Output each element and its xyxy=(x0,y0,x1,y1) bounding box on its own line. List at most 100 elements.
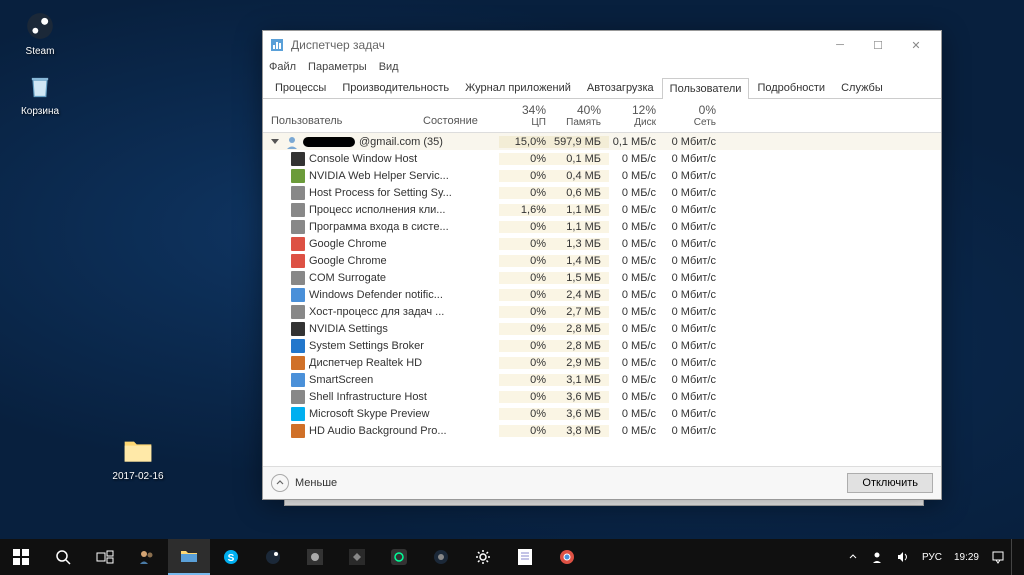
taskbar-app-steam[interactable] xyxy=(252,539,294,575)
folder-icon xyxy=(122,435,154,467)
col-header-network[interactable]: 0%Сеть xyxy=(664,99,724,132)
steam-icon xyxy=(24,10,56,42)
app-icon xyxy=(291,254,305,268)
disconnect-button[interactable]: Отключить xyxy=(847,473,933,493)
app-icon xyxy=(291,186,305,200)
app-icon xyxy=(291,203,305,217)
desktop-icon-folder[interactable]: 2017-02-16 xyxy=(108,435,168,482)
process-row[interactable]: Процесс исполнения кли...1,6%1,1 МБ0 МБ/… xyxy=(263,201,941,218)
show-desktop-button[interactable] xyxy=(1011,539,1024,575)
taskbar-app-skype[interactable]: S xyxy=(210,539,252,575)
process-row[interactable]: System Settings Broker0%2,8 МБ0 МБ/с0 Мб… xyxy=(263,337,941,354)
taskbar-app-people[interactable] xyxy=(126,539,168,575)
expand-icon xyxy=(271,139,279,144)
taskbar-app-icon[interactable] xyxy=(294,539,336,575)
process-row[interactable]: NVIDIA Settings0%2,8 МБ0 МБ/с0 Мбит/с xyxy=(263,320,941,337)
process-row[interactable]: Google Chrome0%1,3 МБ0 МБ/с0 Мбит/с xyxy=(263,235,941,252)
recycle-bin-icon xyxy=(24,70,56,102)
col-header-user[interactable]: Пользователь xyxy=(263,99,419,132)
process-row[interactable]: Программа входа в систе...0%1,1 МБ0 МБ/с… xyxy=(263,218,941,235)
desktop-icon-label: Steam xyxy=(10,46,70,57)
app-icon xyxy=(291,373,305,387)
desktop-icon-recycle-bin[interactable]: Корзина xyxy=(10,70,70,117)
process-row[interactable]: Диспетчер Realtek HD0%2,9 МБ0 МБ/с0 Мбит… xyxy=(263,354,941,371)
app-icon xyxy=(291,356,305,370)
fewer-details-button[interactable]: Меньше xyxy=(271,474,337,492)
user-icon xyxy=(285,135,299,149)
footer-bar: Меньше Отключить xyxy=(263,466,941,499)
taskbar-app-icon[interactable] xyxy=(378,539,420,575)
tab-Автозагрузка[interactable]: Автозагрузка xyxy=(579,77,662,98)
process-row[interactable]: Windows Defender notific...0%2,4 МБ0 МБ/… xyxy=(263,286,941,303)
app-icon xyxy=(291,169,305,183)
process-row[interactable]: NVIDIA Web Helper Servic...0%0,4 МБ0 МБ/… xyxy=(263,167,941,184)
app-icon xyxy=(291,322,305,336)
col-header-state[interactable]: Состояние xyxy=(419,99,499,132)
chevron-up-icon xyxy=(271,474,289,492)
start-button[interactable] xyxy=(0,539,42,575)
col-header-memory[interactable]: 40%Память xyxy=(554,99,609,132)
title-bar[interactable]: Диспетчер задач ─ ☐ ✕ xyxy=(263,31,941,59)
tray-language[interactable]: РУС xyxy=(916,539,948,575)
process-row[interactable]: Console Window Host0%0,1 МБ0 МБ/с0 Мбит/… xyxy=(263,150,941,167)
table-header[interactable]: Пользователь Состояние 34%ЦП 40%Память 1… xyxy=(263,99,941,133)
window-title: Диспетчер задач xyxy=(291,38,821,52)
redacted-username xyxy=(303,137,355,147)
app-icon xyxy=(291,220,305,234)
tab-Производительность[interactable]: Производительность xyxy=(334,77,457,98)
menu-bar: Файл Параметры Вид xyxy=(263,59,941,77)
tab-Подробности[interactable]: Подробности xyxy=(749,77,833,98)
app-icon xyxy=(291,407,305,421)
process-row[interactable]: Host Process for Setting Sy...0%0,6 МБ0 … xyxy=(263,184,941,201)
menu-item[interactable]: Параметры xyxy=(308,61,367,73)
process-row[interactable]: HD Audio Background Pro...0%3,8 МБ0 МБ/с… xyxy=(263,422,941,439)
desktop-icon-label: 2017-02-16 xyxy=(108,471,168,482)
app-icon xyxy=(291,271,305,285)
app-icon xyxy=(291,152,305,166)
tab-Журнал приложений[interactable]: Журнал приложений xyxy=(457,77,579,98)
app-icon xyxy=(291,339,305,353)
tray-clock[interactable]: 19:29 xyxy=(948,539,985,575)
minimize-button[interactable]: ─ xyxy=(821,31,859,59)
taskbar-app-icon[interactable] xyxy=(336,539,378,575)
col-header-disk[interactable]: 12%Диск xyxy=(609,99,664,132)
desktop-icon-label: Корзина xyxy=(10,106,70,117)
taskbar-app-explorer[interactable] xyxy=(168,539,210,575)
process-row[interactable]: SmartScreen0%3,1 МБ0 МБ/с0 Мбит/с xyxy=(263,371,941,388)
taskbar-app-notepad[interactable] xyxy=(504,539,546,575)
tray-chevron-up-icon[interactable] xyxy=(842,539,864,575)
task-manager-window: Диспетчер задач ─ ☐ ✕ Файл Параметры Вид П… xyxy=(262,30,942,500)
process-list[interactable]: @gmail.com (35)15,0%597,9 МБ0,1 МБ/с0 Мб… xyxy=(263,133,941,466)
app-icon xyxy=(291,424,305,438)
tray-volume-icon[interactable] xyxy=(890,539,916,575)
process-row[interactable]: Google Chrome0%1,4 МБ0 МБ/с0 Мбит/с xyxy=(263,252,941,269)
task-view-button[interactable] xyxy=(84,539,126,575)
col-header-cpu[interactable]: 34%ЦП xyxy=(499,99,554,132)
app-icon xyxy=(291,305,305,319)
search-button[interactable] xyxy=(42,539,84,575)
tab-Пользователи[interactable]: Пользователи xyxy=(662,78,750,99)
taskbar-app-chrome[interactable] xyxy=(546,539,588,575)
close-button[interactable]: ✕ xyxy=(897,31,935,59)
task-manager-icon xyxy=(269,37,285,53)
app-icon xyxy=(291,390,305,404)
process-row[interactable]: Shell Infrastructure Host0%3,6 МБ0 МБ/с0… xyxy=(263,388,941,405)
app-icon xyxy=(291,288,305,302)
menu-item[interactable]: Вид xyxy=(379,61,399,73)
taskbar-app-icon[interactable] xyxy=(420,539,462,575)
tab-Службы[interactable]: Службы xyxy=(833,77,891,98)
tab-Процессы[interactable]: Процессы xyxy=(267,77,334,98)
tray-notifications-icon[interactable] xyxy=(985,539,1011,575)
user-row[interactable]: @gmail.com (35)15,0%597,9 МБ0,1 МБ/с0 Мб… xyxy=(263,133,941,150)
taskbar: S РУС 19:29 xyxy=(0,539,1024,575)
app-icon xyxy=(291,237,305,251)
desktop-icon-steam[interactable]: Steam xyxy=(10,10,70,57)
tray-people-icon[interactable] xyxy=(864,539,890,575)
taskbar-app-settings[interactable] xyxy=(462,539,504,575)
menu-item[interactable]: Файл xyxy=(269,61,296,73)
process-row[interactable]: Microsoft Skype Preview0%3,6 МБ0 МБ/с0 М… xyxy=(263,405,941,422)
process-row[interactable]: Хост-процесс для задач ...0%2,7 МБ0 МБ/с… xyxy=(263,303,941,320)
process-row[interactable]: COM Surrogate0%1,5 МБ0 МБ/с0 Мбит/с xyxy=(263,269,941,286)
maximize-button[interactable]: ☐ xyxy=(859,31,897,59)
tabs-bar: ПроцессыПроизводительностьЖурнал приложе… xyxy=(263,77,941,99)
